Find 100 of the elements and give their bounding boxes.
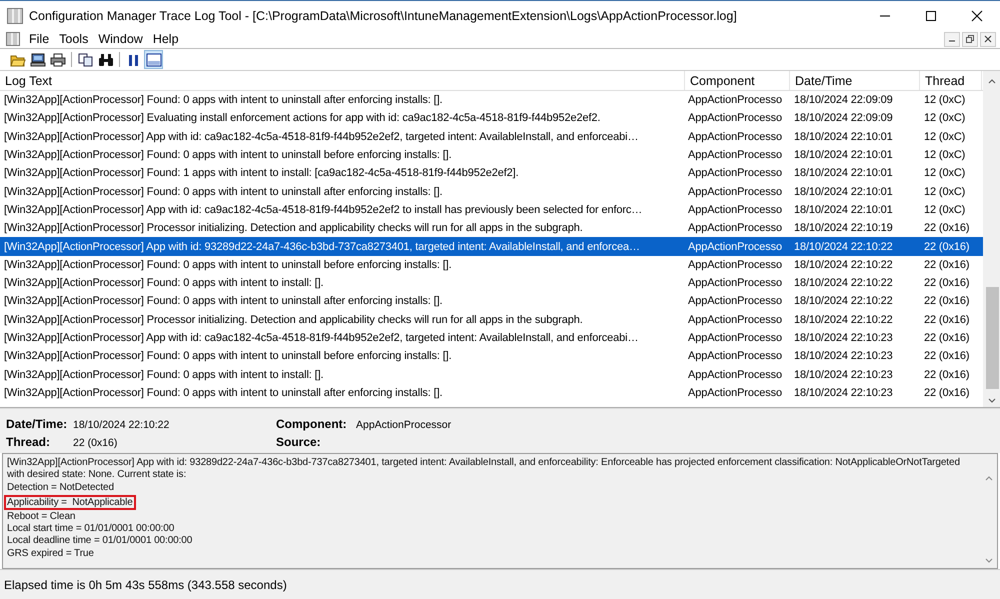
message-line: GRS expired = True (7, 548, 94, 560)
table-cell-text: [Win32App][ActionProcessor] Found: 0 apps with intent to uninstall after enforcing installs: []. (3, 295, 444, 308)
table-cell-text: 18/10/2024 22:10:01 (793, 204, 894, 216)
table-cell-text: AppActionProcesso (687, 295, 783, 308)
table-cell-text: 12 (0xC) (923, 112, 966, 124)
table-cell-text: [Win32App][ActionProcessor] Found: 1 apps with intent to install: [ca9ac182-4c5a-4518-81f9-f44b952e2ef2]. (3, 167, 520, 180)
table-cell-text: [Win32App][ActionProcessor] Processor initializing. Detection and applicability checks will run for all apps in the subgraph. (3, 222, 584, 234)
table-cell-text: 18/10/2024 22:10:22 (793, 240, 894, 253)
table-row[interactable]: [Win32App][ActionProcessor] Found: 1 apps with intent to install: [ca9ac182-4c5a-4518-81f9-f44b952e2ef2]. AppActionProcesso 18/10/2024 22:10:01 12 (0xC) (0, 164, 983, 182)
table-cell-text: 18/10/2024 22:10:22 (793, 258, 894, 271)
table-cell-text: AppActionProcesso (687, 94, 783, 106)
table-row[interactable]: [Win32App][ActionProcessor] Found: 0 apps with intent to install: []. AppActionProcesso 18/10/2024 22:10:23 22 (0x16) (0, 365, 983, 384)
restore-button[interactable] (962, 32, 978, 46)
column-header[interactable]: Log Text (0, 71, 685, 90)
column-header[interactable]: Date/Time (790, 71, 920, 90)
table-cell-text: AppActionProcesso (687, 204, 783, 216)
menu-item[interactable]: File (24, 32, 54, 46)
field-label: Source: (276, 435, 322, 449)
close-button[interactable] (980, 32, 996, 46)
table-row[interactable]: [Win32App][ActionProcessor] Processor initializing. Detection and applicability checks will run for all apps in the subgraph. AppActionProcesso 18/10/2024 22:10:19 22 (0x16) (0, 219, 983, 238)
table-cell-text: 18/10/2024 22:10:22 (793, 277, 894, 290)
table-cell-text: AppActionProcesso (687, 258, 783, 271)
table-cell-text: AppActionProcesso (687, 386, 783, 399)
window-title: Configuration Manager Trace Log Tool - [C:\ProgramData\Microsoft\IntuneManagementExtension\Logs\AppActionProcessor.log] (29, 8, 738, 22)
maximize-icon (925, 10, 937, 22)
scrollbar[interactable] (983, 71, 1000, 407)
table-cell-text: AppActionProcesso (687, 222, 783, 234)
table-row[interactable]: [Win32App][ActionProcessor] Found: 0 apps with intent to uninstall after enforcing installs: []. AppActionProcesso 18/10/2024 22:10:23 22 (0x16) (0, 384, 983, 402)
table-cell-text: AppActionProcesso (687, 332, 783, 344)
table-cell-text: 12 (0xC) (923, 204, 966, 216)
menu-item[interactable]: Window (93, 32, 148, 46)
close-icon (984, 35, 992, 43)
message-line: Detection = NotDetected (7, 482, 114, 494)
table-cell-text: 22 (0x16) (923, 277, 970, 290)
table-row[interactable]: [Win32App][ActionProcessor] Processor initializing. Detection and applicability checks will run for all apps in the subgraph. AppActionProcesso 18/10/2024 22:10:22 22 (0x16) (0, 310, 983, 329)
table-row[interactable]: [Win32App][ActionProcessor] Found: 0 apps with intent to uninstall before enforcing installs: []. AppActionProcesso 18/10/2024 22:10:23 22 (0x16) (0, 347, 983, 366)
table-cell-text: 22 (0x16) (923, 258, 970, 271)
table-cell-text: 22 (0x16) (923, 295, 970, 308)
table-cell-text: 18/10/2024 22:10:01 (793, 130, 894, 143)
table-cell-text: [Win32App][ActionProcessor] Processor initializing. Detection and applicability checks will run for all apps in the subgraph. (3, 314, 584, 326)
table-cell-text: 18/10/2024 22:10:01 (793, 149, 894, 162)
table-cell-text: 22 (0x16) (923, 222, 970, 234)
scroll-down-icon[interactable] (986, 397, 996, 405)
table-cell-text: AppActionProcesso (687, 130, 783, 143)
table-cell-text: [Win32App][ActionProcessor] Found: 0 apps with intent to uninstall after enforcing installs: []. (3, 186, 444, 198)
menu-item[interactable]: Help (148, 32, 184, 46)
status-text: Elapsed time is 0h 5m 43s 558ms (343.558 seconds) (4, 578, 287, 592)
table-row[interactable]: [Win32App][ActionProcessor] Evaluating install enforcement actions for app with id: ca9ac182-4c5a-4518-81f9-f44b952e2ef2. AppActionProcesso 18/10/2024 22:09:09 12 (0xC) (0, 109, 983, 128)
table-cell-text: 22 (0x16) (923, 332, 970, 344)
toolbar-button[interactable] (144, 50, 163, 69)
table-cell-text: 18/10/2024 22:10:23 (793, 386, 894, 399)
table-cell-text: [Win32App][ActionProcessor] App with id: ca9ac182-4c5a-4518-81f9-f44b952e2ef2, targeted intent: AvailableInstall, and enforceabi… (3, 130, 640, 143)
message-text-area[interactable] (2, 453, 998, 569)
scroll-down-icon[interactable] (984, 557, 994, 565)
field-label: Date/Time: (6, 417, 68, 431)
table-cell-text: AppActionProcesso (687, 314, 783, 326)
table-cell-text: 18/10/2024 22:10:22 (793, 314, 894, 326)
table-cell-text: [Win32App][ActionProcessor] Found: 0 apps with intent to uninstall before enforcing installs: []. (3, 350, 453, 362)
table-row[interactable]: [Win32App][ActionProcessor] App with id: 93289d22-24a7-436c-b3bd-737ca8273401, targeted intent: AvailableInstall, and enforcea… AppActionProcesso 18/10/2024 22:10:22 22 (0x16) (0, 237, 983, 256)
scroll-up-icon[interactable] (984, 474, 994, 482)
table-row[interactable]: [Win32App][ActionProcessor] Found: 0 apps with intent to uninstall after enforcing installs: []. AppActionProcesso 18/10/2024 22:09:09 12 (0xC) (0, 91, 983, 110)
printer-icon (50, 52, 66, 66)
table-cell-text: AppActionProcesso (687, 112, 783, 124)
table-cell-text: [Win32App][ActionProcessor] Found: 0 apps with intent to install: []. (3, 368, 324, 381)
scrollbar-thumb[interactable] (986, 287, 999, 389)
table-cell-text: [Win32App][ActionProcessor] App with id: ca9ac182-4c5a-4518-81f9-f44b952e2ef2 to install has previously been selected for enforc… (3, 204, 644, 216)
table-cell-text: AppActionProcesso (687, 240, 783, 253)
table-cell-text: [Win32App][ActionProcessor] Found: 0 apps with intent to install: []. (3, 277, 324, 290)
table-cell-text: 12 (0xC) (923, 130, 966, 143)
table-cell-text: 18/10/2024 22:10:23 (793, 332, 894, 344)
menu-item[interactable]: Tools (54, 32, 94, 46)
app-icon (7, 8, 23, 24)
column-header[interactable]: Component (685, 71, 790, 90)
table-row[interactable]: [Win32App][ActionProcessor] App with id: ca9ac182-4c5a-4518-81f9-f44b952e2ef2, targeted intent: AvailableInstall, and enforceabi… AppActionProcesso 18/10/2024 22:10:01 12 (0xC) (0, 128, 983, 146)
copy-icon (78, 52, 94, 66)
table-cell-text: 18/10/2024 22:09:09 (793, 112, 894, 124)
table-cell-text: 12 (0xC) (923, 167, 966, 180)
table-cell-text: [Win32App][ActionProcessor] Found: 0 apps with intent to uninstall after enforcing installs: []. (3, 94, 444, 106)
table-cell-text: [Win32App][ActionProcessor] Evaluating install enforcement actions for app with id: ca9ac182-4c5a-4518-81f9-f44b952e2ef2. (3, 112, 602, 124)
table-cell-text: AppActionProcesso (687, 368, 783, 381)
table-cell-text: 22 (0x16) (923, 314, 970, 326)
table-row[interactable]: [Win32App][ActionProcessor] Found: 0 apps with intent to install: []. AppActionProcesso 18/10/2024 22:10:22 22 (0x16) (0, 274, 983, 292)
table-row[interactable]: [Win32App][ActionProcessor] App with id: ca9ac182-4c5a-4518-81f9-f44b952e2ef2 to install has previously been selected for enforc… AppActionProcesso 18/10/2024 22:10:01 12 (0xC) (0, 200, 983, 220)
table-cell-text: 12 (0xC) (923, 94, 966, 106)
table-row[interactable]: [Win32App][ActionProcessor] App with id: ca9ac182-4c5a-4518-81f9-f44b952e2ef2, targeted intent: AvailableInstall, and enforceabi… AppActionProcesso 18/10/2024 22:10:23 22 (0x16) (0, 328, 983, 348)
table-row[interactable]: [Win32App][ActionProcessor] Found: 0 apps with intent to uninstall before enforcing installs: []. AppActionProcesso 18/10/2024 22:10:01 12 (0xC) (0, 146, 983, 164)
minimize-button[interactable] (944, 32, 960, 46)
table-cell-text: 18/10/2024 22:10:23 (793, 368, 894, 381)
table-row[interactable]: [Win32App][ActionProcessor] Found: 0 apps with intent to uninstall after enforcing installs: []. AppActionProcesso 18/10/2024 22:10:01 12 (0xC) (0, 182, 983, 201)
table-row[interactable]: [Win32App][ActionProcessor] Found: 0 apps with intent to uninstall before enforcing installs: []. AppActionProcesso 18/10/2024 22:10:22 22 (0x16) (0, 256, 983, 274)
table-row[interactable]: [Win32App][ActionProcessor] Found: 0 apps with intent to uninstall after enforcing installs: []. AppActionProcesso 18/10/2024 22:10:22 22 (0x16) (0, 292, 983, 311)
scroll-up-icon[interactable] (986, 77, 996, 85)
table-cell-text: AppActionProcesso (687, 149, 783, 162)
message-line: [Win32App][ActionProcessor] App with id: 93289d22-24a7-436c-b3bd-737ca8273401, targeted intent: AvailableInstall, and enforceability: Enforceable has projected enforcement classification: NotApplicableOrNotTargeted with desired state: None. Current state is: (7, 457, 961, 482)
folder-icon (10, 52, 26, 66)
table-cell-text: AppActionProcesso (687, 277, 783, 290)
table-cell-text: 22 (0x16) (923, 240, 970, 253)
document-icon (6, 32, 20, 46)
column-header[interactable]: Thread (920, 71, 982, 90)
table-cell-text: 12 (0xC) (923, 149, 966, 162)
